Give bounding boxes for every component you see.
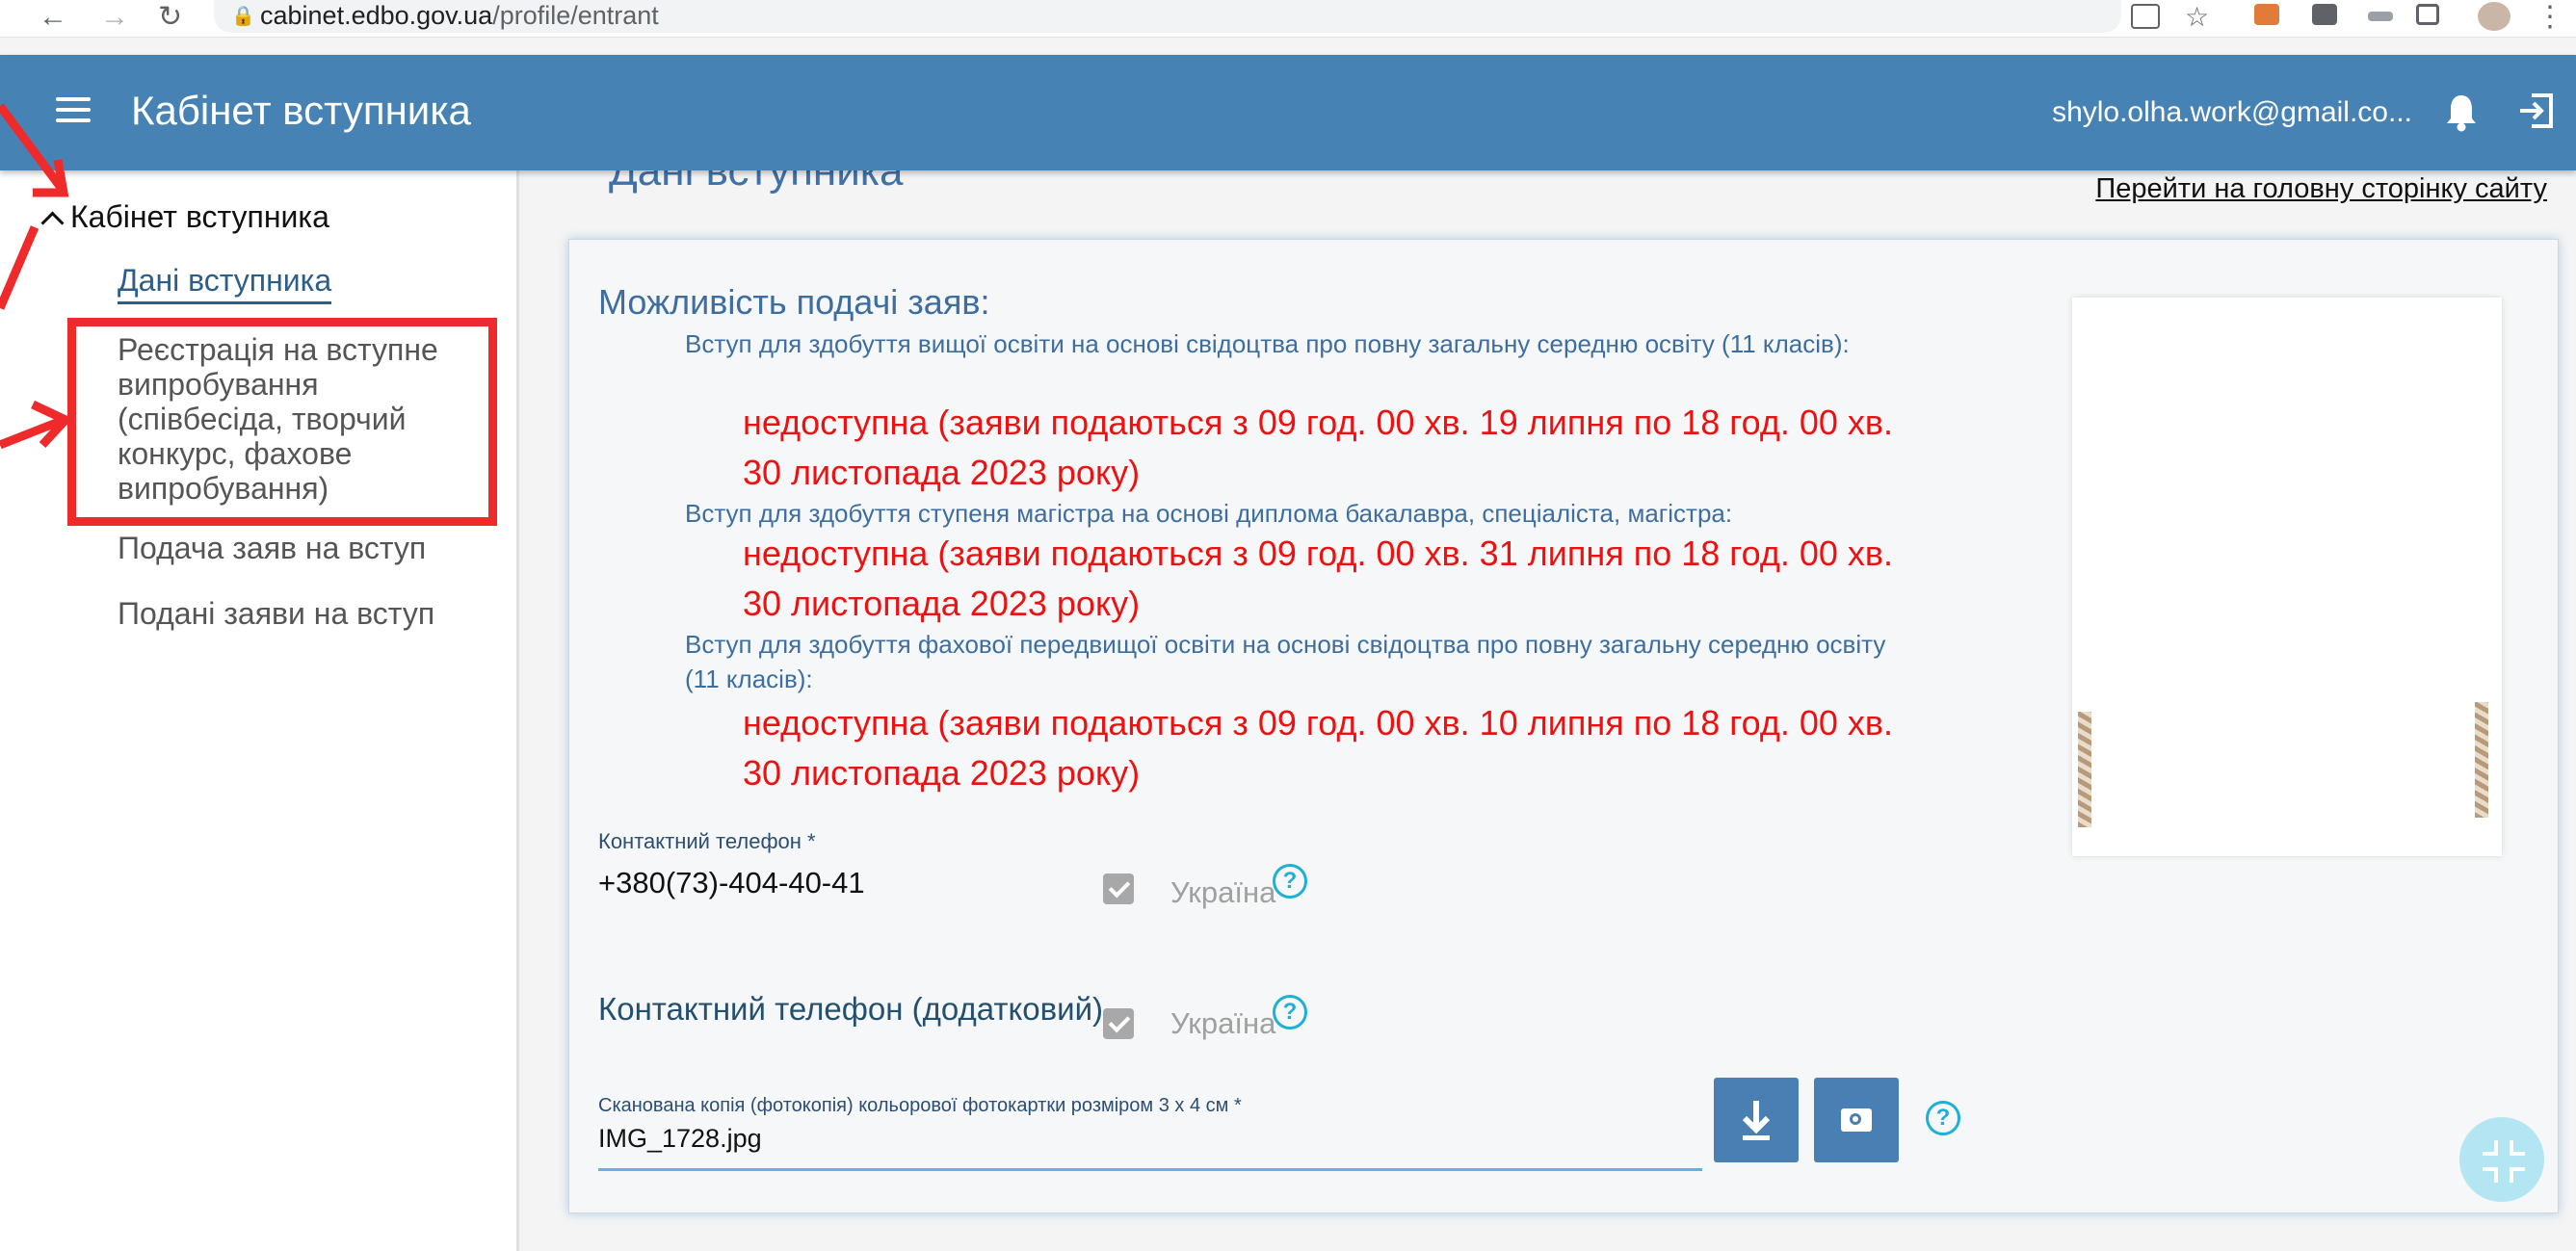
country-label: Україна bbox=[1170, 875, 1276, 909]
collapse-icon bbox=[2510, 1140, 2525, 1156]
profile-avatar[interactable] bbox=[2478, 2, 2510, 31]
phone-label: Контактний телефон * bbox=[598, 829, 816, 853]
user-email[interactable]: shylo.olha.work@gmail.co... bbox=[2052, 93, 2412, 132]
preview-button[interactable] bbox=[1814, 1078, 1899, 1162]
home-page-link[interactable]: Перейти на головну сторінку сайту bbox=[2095, 173, 2547, 205]
url-host: cabinet.edbo.gov.ua bbox=[260, 1, 493, 30]
country-label-additional: Україна bbox=[1170, 1006, 1276, 1040]
additional-phone-label: Контактний телефон (додатковий) bbox=[598, 991, 1104, 1027]
bookmark-star-icon[interactable]: ☆ bbox=[2185, 0, 2209, 35]
ukraine-checkbox-additional[interactable] bbox=[1103, 1008, 1134, 1039]
collapse-fab-button[interactable] bbox=[2459, 1117, 2544, 1202]
entrant-photo bbox=[2072, 298, 2502, 856]
sidebar-item-submit-applications[interactable]: Подача заяв на вступ bbox=[118, 531, 484, 565]
address-bar[interactable]: 🔒 cabinet.edbo.gov.ua/profile/entrant bbox=[214, 0, 2121, 33]
collapse-icon bbox=[2510, 1167, 2525, 1183]
sidebar-section-label: Кабінет вступника bbox=[70, 199, 329, 234]
puzzle-extension-icon[interactable] bbox=[2312, 4, 2337, 25]
entrant-data-card: Можливість подачі заяв: Вступ для здобут… bbox=[568, 239, 2559, 1213]
photo-edge-detail bbox=[2475, 702, 2488, 818]
share-icon[interactable] bbox=[2131, 4, 2160, 29]
back-arrow-icon[interactable]: ← bbox=[39, 0, 67, 35]
app-title: Кабінет вступника bbox=[131, 88, 471, 133]
photo-file-input[interactable]: IMG_1728.jpg bbox=[598, 1124, 762, 1154]
logout-icon[interactable] bbox=[2516, 91, 2555, 135]
admission-heading: Можливість подачі заяв: bbox=[598, 282, 990, 322]
admission-label: Вступ для здобуття ступеня магістра на о… bbox=[685, 499, 1733, 528]
annotation-highlight-box bbox=[67, 318, 497, 526]
bell-icon[interactable] bbox=[2445, 93, 2478, 137]
side-panel-icon[interactable] bbox=[2416, 4, 2439, 25]
lock-icon: 🔒 bbox=[231, 6, 255, 27]
download-button[interactable] bbox=[1714, 1078, 1799, 1162]
photo-input-underline bbox=[598, 1168, 1702, 1171]
fox-extension-icon[interactable] bbox=[2254, 4, 2279, 25]
photo-edge-detail bbox=[2078, 712, 2091, 827]
reading-list-icon[interactable] bbox=[2368, 12, 2393, 21]
reload-icon[interactable]: ↻ bbox=[158, 0, 182, 35]
sidebar-item-submitted-applications[interactable]: Подані заяви на вступ bbox=[118, 596, 484, 631]
ukraine-checkbox[interactable] bbox=[1103, 873, 1134, 904]
phone-input[interactable]: +380(73)-404-40-41 bbox=[598, 866, 865, 900]
admission-label: Вступ для здобуття фахової передвищої ос… bbox=[685, 630, 1886, 693]
browser-menu-icon[interactable]: ⋮ bbox=[2536, 0, 2564, 35]
preview-search-icon bbox=[1841, 1108, 1872, 1132]
help-icon[interactable]: ? bbox=[1273, 864, 1307, 899]
chevron-up-icon bbox=[40, 211, 65, 235]
sidebar-item-entrant-data[interactable]: Дані вступника bbox=[118, 263, 332, 304]
help-icon[interactable]: ? bbox=[1273, 995, 1307, 1029]
sidebar-section-header[interactable]: Кабінет вступника bbox=[40, 199, 329, 235]
app-header: Кабінет вступника shylo.olha.work@gmail.… bbox=[0, 55, 2576, 170]
download-icon bbox=[1742, 1101, 1771, 1140]
browser-toolbar: ← → ↻ 🔒 cabinet.edbo.gov.ua/profile/entr… bbox=[0, 0, 2576, 38]
collapse-icon bbox=[2483, 1140, 2498, 1156]
url-path: /profile/entrant bbox=[492, 1, 659, 30]
help-icon[interactable]: ? bbox=[1926, 1101, 1960, 1135]
admission-label: Вступ для здобуття вищої освіти на основ… bbox=[685, 329, 1850, 358]
photo-upload-label: Сканована копія (фотокопія) кольорової ф… bbox=[598, 1095, 1242, 1116]
admission-status: недоступна (заяви подаються з 09 год. 00… bbox=[743, 703, 1894, 793]
forward-arrow-icon[interactable]: → bbox=[100, 0, 129, 35]
hamburger-menu-icon[interactable] bbox=[56, 97, 91, 129]
admission-status: недоступна (заяви подаються з 09 год. 00… bbox=[743, 534, 1894, 623]
collapse-icon bbox=[2483, 1167, 2498, 1183]
admission-status: недоступна (заяви подаються з 09 год. 00… bbox=[743, 403, 1894, 492]
